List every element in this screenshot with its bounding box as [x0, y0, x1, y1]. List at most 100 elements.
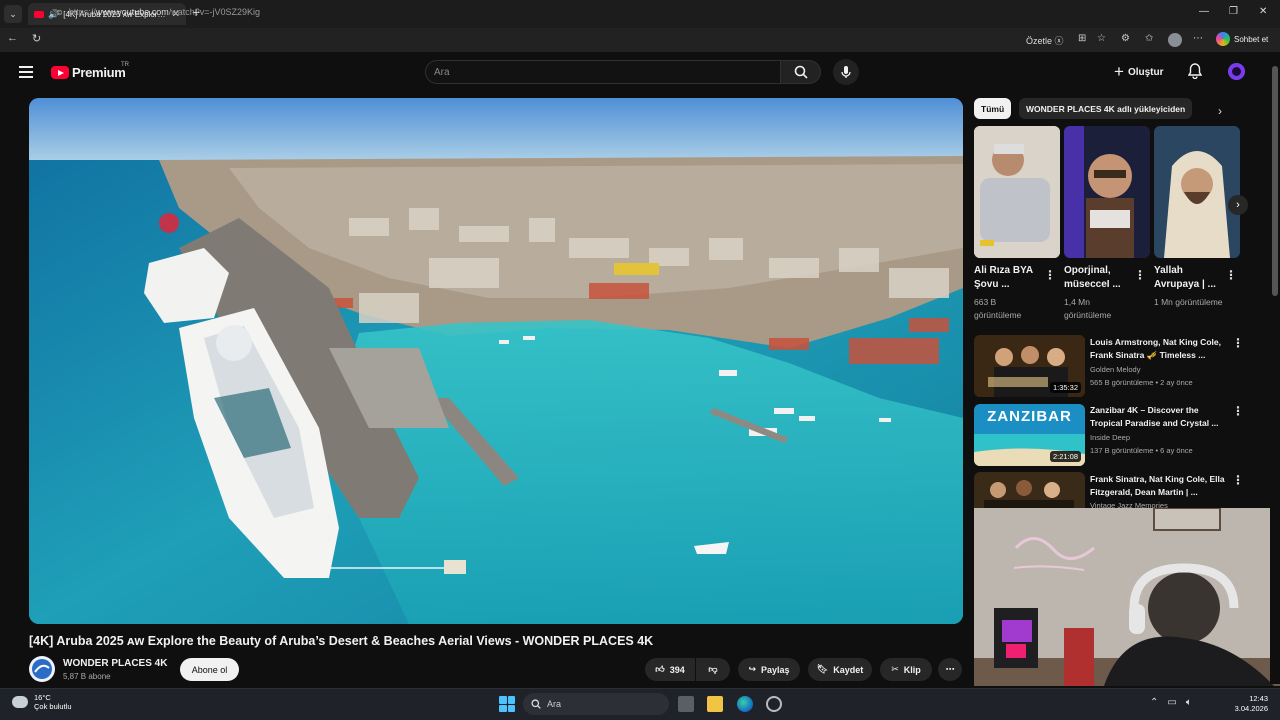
- video-duration: 1:35:32: [1049, 382, 1081, 393]
- weather-widget[interactable]: 16°C Çok bulutlu: [12, 693, 72, 711]
- chip-from-uploader[interactable]: WONDER PLACES 4K adlı yükleyiciden: [1019, 98, 1193, 119]
- short-menu-icon[interactable]: ⋮: [1225, 268, 1237, 282]
- recommendation-menu-icon[interactable]: ⋮: [1232, 473, 1244, 487]
- close-window-icon[interactable]: ✕: [1259, 6, 1267, 17]
- site-info-icon[interactable]: ⊜: [56, 8, 63, 17]
- summarize-button[interactable]: Özetle ⓧ: [1026, 34, 1064, 47]
- short-title[interactable]: Oporjinal, müsecceI ...: [1064, 264, 1134, 292]
- account-avatar[interactable]: [1228, 63, 1245, 80]
- more-dots-icon: ⋯: [945, 664, 955, 674]
- dislike-button[interactable]: 👎︎: [696, 658, 730, 681]
- recommendation-thumbnail[interactable]: ZANZIBAR 2:21:08: [974, 404, 1085, 466]
- system-tray[interactable]: ⌃ ▭ 🔈︎: [1150, 697, 1192, 708]
- recommendation-thumbnail[interactable]: 1:35:32: [974, 335, 1085, 397]
- recommendation-title[interactable]: Louis Armstrong, Nat King Cole, Frank Si…: [1090, 336, 1230, 362]
- guide-menu-icon[interactable]: [19, 66, 33, 78]
- short-views: 663 B görüntüleme: [974, 297, 1022, 320]
- clock-time: 12:43: [1249, 694, 1268, 703]
- clip-button[interactable]: ✂ Klip: [880, 658, 932, 681]
- reload-icon[interactable]: ↻: [32, 32, 41, 45]
- back-icon[interactable]: ←: [7, 32, 18, 44]
- voice-search-button[interactable]: [833, 59, 859, 85]
- youtube-favicon-icon: [34, 10, 44, 18]
- short-thumbnail-image: [1064, 126, 1150, 258]
- browser-address-bar: [0, 28, 1280, 52]
- short-title[interactable]: Yallah Avrupaya | ...: [1154, 264, 1224, 292]
- share-arrow-icon: ↪: [748, 664, 756, 674]
- restore-window-icon[interactable]: ❐: [1229, 6, 1238, 17]
- extension-icon[interactable]: ⚙: [1121, 33, 1130, 44]
- short-menu-icon[interactable]: ⋮: [1134, 268, 1146, 282]
- recommendation-title[interactable]: Zanzibar 4K – Discover the Tropical Para…: [1090, 404, 1230, 430]
- thumbs-up-icon: 👍︎: [655, 664, 665, 674]
- more-actions-button[interactable]: ⋯: [938, 658, 962, 681]
- minimize-window-icon[interactable]: —: [1199, 6, 1209, 17]
- short-thumbnail[interactable]: [1064, 126, 1150, 258]
- recommendation-menu-icon[interactable]: ⋮: [1232, 404, 1244, 418]
- channel-avatar[interactable]: [29, 656, 55, 682]
- copilot-chat-button[interactable]: Sohbet et: [1216, 32, 1268, 46]
- share-label: Paylaş: [761, 664, 790, 675]
- short-views: 1 Mn görüntüleme: [1154, 297, 1223, 307]
- like-count: 394: [669, 664, 685, 675]
- recommendation-menu-icon[interactable]: ⋮: [1232, 336, 1244, 350]
- create-label: Oluştur: [1127, 66, 1164, 78]
- scrollbar-thumb[interactable]: [1272, 66, 1278, 296]
- save-label: Kaydet: [833, 664, 864, 675]
- start-windows-icon[interactable]: [499, 696, 515, 712]
- recommendation-channel[interactable]: Inside Deep: [1090, 433, 1130, 442]
- channel-logo-icon: [32, 659, 52, 679]
- thumbnail-overlay-text: ZANZIBAR: [987, 408, 1072, 425]
- short-thumbnail[interactable]: [1154, 126, 1240, 258]
- cloud-icon: [12, 696, 28, 708]
- favorites-icon[interactable]: ✩: [1145, 33, 1153, 44]
- recommendation-meta: 565 B görüntüleme • 2 ay önce: [1090, 378, 1193, 387]
- recommendation-channel[interactable]: Golden Melody: [1090, 365, 1140, 374]
- network-icon[interactable]: ▭: [1167, 697, 1176, 708]
- url-field[interactable]: ⊜ https://www.youtube.com/watch?v=-jV0SZ…: [50, 3, 1010, 21]
- app-available-icon[interactable]: ⊞: [1078, 33, 1086, 44]
- microphone-icon: [841, 66, 851, 78]
- taskbar-search-label: Ara: [547, 699, 562, 709]
- favorite-star-icon[interactable]: ☆: [1097, 33, 1106, 44]
- share-button[interactable]: ↪ Paylaş: [738, 658, 800, 681]
- notifications-button[interactable]: [1187, 63, 1203, 84]
- search-placeholder: Ara: [434, 66, 450, 78]
- search-button[interactable]: [781, 60, 821, 84]
- volume-icon[interactable]: 🔈︎: [1186, 697, 1192, 708]
- profile-icon[interactable]: [1168, 33, 1182, 47]
- subscribe-button[interactable]: Abone ol: [180, 658, 239, 681]
- copilot-icon: [1216, 32, 1230, 46]
- obs-studio-icon[interactable]: [766, 696, 782, 712]
- short-menu-icon[interactable]: ⋮: [1044, 268, 1056, 282]
- file-explorer-icon[interactable]: [707, 696, 723, 712]
- task-view-icon[interactable]: [678, 696, 694, 712]
- short-thumbnail-image: [1154, 126, 1240, 258]
- channel-name[interactable]: WONDER PLACES 4K: [63, 658, 167, 669]
- short-title[interactable]: Ali Rıza BYA Şovu ...: [974, 264, 1046, 292]
- search-icon: [794, 65, 808, 79]
- chips-next-chevron-icon[interactable]: ›: [1218, 104, 1222, 118]
- plus-icon: +: [1114, 62, 1124, 81]
- youtube-premium-logo[interactable]: Premium TR: [51, 62, 129, 80]
- tab-actions-menu-button[interactable]: ⌄: [4, 5, 22, 23]
- video-title: [4K] Aruba 2025 ᴀᴡ Explore the Beauty of…: [29, 634, 654, 648]
- bell-icon: [1187, 63, 1203, 80]
- create-button[interactable]: + Oluştur: [1114, 61, 1174, 83]
- chip-all[interactable]: Tümü: [974, 98, 1012, 119]
- save-button[interactable]: 🔖︎ Kaydet: [808, 658, 872, 681]
- taskbar-search[interactable]: Ara: [523, 693, 669, 715]
- video-player[interactable]: [29, 98, 963, 624]
- thumbs-down-icon: 👎︎: [708, 664, 718, 674]
- search-input[interactable]: Ara: [425, 60, 781, 84]
- short-thumbnail[interactable]: [974, 126, 1060, 258]
- summarize-label: Özetle: [1026, 36, 1053, 46]
- show-hidden-icons-icon[interactable]: ⌃: [1150, 697, 1158, 708]
- recommendation-title[interactable]: Frank Sinatra, Nat King Cole, Ella Fitzg…: [1090, 473, 1230, 499]
- taskbar-clock[interactable]: 12:43 3.04.2026: [1228, 694, 1268, 714]
- more-options-icon[interactable]: ⋯: [1193, 33, 1203, 44]
- like-button[interactable]: 👍︎ 394: [645, 658, 695, 681]
- edge-browser-icon[interactable]: [737, 696, 753, 712]
- shorts-next-chevron-icon[interactable]: ›: [1228, 195, 1248, 215]
- temperature: 16°C: [34, 693, 51, 702]
